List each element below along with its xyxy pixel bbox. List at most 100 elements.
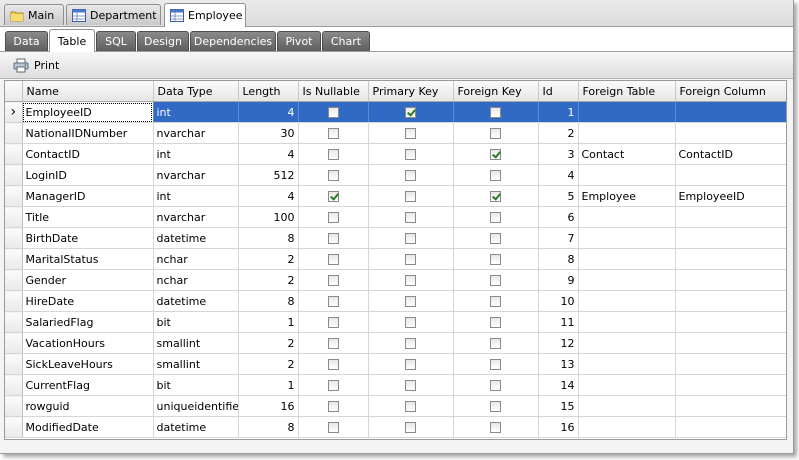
foreign-key-checkbox[interactable] — [490, 401, 501, 412]
is-nullable-checkbox[interactable] — [327, 401, 339, 412]
row-selector[interactable] — [5, 227, 23, 249]
primary-key-checkbox[interactable] — [405, 359, 416, 370]
foreign-table-cell[interactable]: Contact — [578, 143, 676, 165]
column-name-cell[interactable]: Gender — [22, 269, 154, 291]
column-name-cell[interactable]: HireDate — [22, 290, 154, 312]
is-nullable-checkbox[interactable] — [327, 149, 339, 160]
length-cell[interactable]: 512 — [238, 164, 299, 186]
length-cell[interactable]: 4 — [238, 143, 299, 165]
data-type-cell[interactable]: int — [153, 101, 239, 123]
id-cell[interactable]: 16 — [538, 416, 579, 438]
id-cell[interactable]: 15 — [538, 395, 579, 417]
column-name-cell[interactable]: VacationHours — [22, 332, 154, 354]
row-selector[interactable] — [5, 143, 23, 165]
is-nullable-checkbox[interactable] — [327, 317, 339, 328]
tab-sql[interactable]: SQL — [96, 31, 136, 51]
id-cell[interactable]: 3 — [538, 143, 579, 165]
length-cell[interactable]: 2 — [238, 248, 299, 270]
table-row[interactable]: SalariedFlag bit 1 11 — [5, 311, 786, 333]
primary-key-checkbox[interactable] — [405, 380, 416, 391]
primary-key-checkbox[interactable] — [405, 149, 416, 160]
tab-chart[interactable]: Chart — [322, 31, 370, 51]
is-nullable-checkbox[interactable] — [327, 212, 339, 223]
column-name-cell[interactable]: BirthDate — [22, 227, 154, 249]
length-cell[interactable]: 100 — [238, 206, 299, 228]
foreign-table-cell[interactable] — [578, 164, 676, 186]
row-selector[interactable] — [5, 395, 23, 417]
primary-key-checkbox[interactable] — [405, 128, 416, 139]
foreign-key-checkbox[interactable] — [490, 317, 501, 328]
id-cell[interactable]: 13 — [538, 353, 579, 375]
tab-employee[interactable]: Employee — [164, 3, 246, 27]
foreign-key-checkbox[interactable] — [490, 422, 501, 433]
is-nullable-checkbox[interactable] — [327, 275, 339, 286]
foreign-column-cell[interactable] — [675, 374, 786, 396]
column-name-cell[interactable]: NationalIDNumber — [22, 122, 154, 144]
foreign-key-checkbox[interactable] — [490, 254, 501, 265]
header-id[interactable]: Id — [538, 81, 579, 102]
foreign-key-checkbox[interactable] — [490, 107, 501, 118]
foreign-column-cell[interactable] — [675, 290, 786, 312]
tab-main[interactable]: Main — [4, 4, 64, 25]
header-foreign-key[interactable]: Foreign Key — [453, 81, 539, 102]
foreign-column-cell[interactable] — [675, 227, 786, 249]
foreign-table-cell[interactable] — [578, 395, 676, 417]
id-cell[interactable]: 7 — [538, 227, 579, 249]
foreign-column-cell[interactable] — [675, 122, 786, 144]
foreign-table-cell[interactable] — [578, 311, 676, 333]
row-selector[interactable] — [5, 332, 23, 354]
length-cell[interactable]: 2 — [238, 269, 299, 291]
foreign-table-cell[interactable] — [578, 332, 676, 354]
header-data-type[interactable]: Data Type — [153, 81, 239, 102]
table-row[interactable]: Gender nchar 2 9 — [5, 269, 786, 291]
tab-dependencies[interactable]: Dependencies — [190, 31, 276, 51]
id-cell[interactable]: 2 — [538, 122, 579, 144]
primary-key-checkbox[interactable] — [405, 254, 416, 265]
tab-table[interactable]: Table — [49, 29, 95, 52]
data-type-cell[interactable]: int — [153, 185, 239, 207]
table-row[interactable]: BirthDate datetime 8 7 — [5, 227, 786, 249]
length-cell[interactable]: 2 — [238, 353, 299, 375]
foreign-key-checkbox[interactable] — [490, 212, 501, 223]
primary-key-checkbox[interactable] — [405, 170, 416, 181]
foreign-table-cell[interactable]: Employee — [578, 185, 676, 207]
foreign-column-cell[interactable] — [675, 353, 786, 375]
foreign-table-cell[interactable] — [578, 206, 676, 228]
data-type-cell[interactable]: nvarchar — [153, 164, 239, 186]
foreign-key-checkbox[interactable] — [490, 170, 501, 181]
foreign-table-cell[interactable] — [578, 416, 676, 438]
tab-department[interactable]: Department — [66, 4, 161, 25]
is-nullable-checkbox[interactable] — [327, 170, 339, 181]
data-type-cell[interactable]: nchar — [153, 248, 239, 270]
tab-design[interactable]: Design — [137, 31, 189, 51]
primary-key-checkbox[interactable] — [405, 338, 416, 349]
data-type-cell[interactable]: uniqueidentifier — [153, 395, 239, 417]
foreign-column-cell[interactable] — [675, 311, 786, 333]
table-row[interactable]: rowguid uniqueidentifier 16 15 — [5, 395, 786, 417]
length-cell[interactable]: 2 — [238, 332, 299, 354]
foreign-column-cell[interactable] — [675, 101, 786, 123]
length-cell[interactable]: 1 — [238, 374, 299, 396]
row-selector[interactable] — [5, 248, 23, 270]
primary-key-checkbox[interactable] — [405, 212, 416, 223]
foreign-table-cell[interactable] — [578, 269, 676, 291]
foreign-table-cell[interactable] — [578, 374, 676, 396]
foreign-table-cell[interactable] — [578, 122, 676, 144]
primary-key-checkbox[interactable] — [405, 401, 416, 412]
id-cell[interactable]: 1 — [538, 101, 579, 123]
table-row[interactable]: VacationHours smallint 2 12 — [5, 332, 786, 354]
data-type-cell[interactable]: int — [153, 143, 239, 165]
foreign-column-cell[interactable] — [675, 332, 786, 354]
length-cell[interactable]: 16 — [238, 395, 299, 417]
table-row[interactable]: NationalIDNumber nvarchar 30 2 — [5, 122, 786, 144]
header-length[interactable]: Length — [238, 81, 299, 102]
column-name-cell[interactable]: LoginID — [22, 164, 154, 186]
foreign-column-cell[interactable] — [675, 206, 786, 228]
tab-data[interactable]: Data — [5, 31, 48, 51]
id-cell[interactable]: 4 — [538, 164, 579, 186]
column-name-cell[interactable]: rowguid — [22, 395, 154, 417]
foreign-column-cell[interactable] — [675, 416, 786, 438]
header-name[interactable]: Name — [22, 81, 154, 102]
length-cell[interactable]: 8 — [238, 290, 299, 312]
table-row[interactable]: ManagerID int 4 5 Employee EmployeeID — [5, 185, 786, 207]
